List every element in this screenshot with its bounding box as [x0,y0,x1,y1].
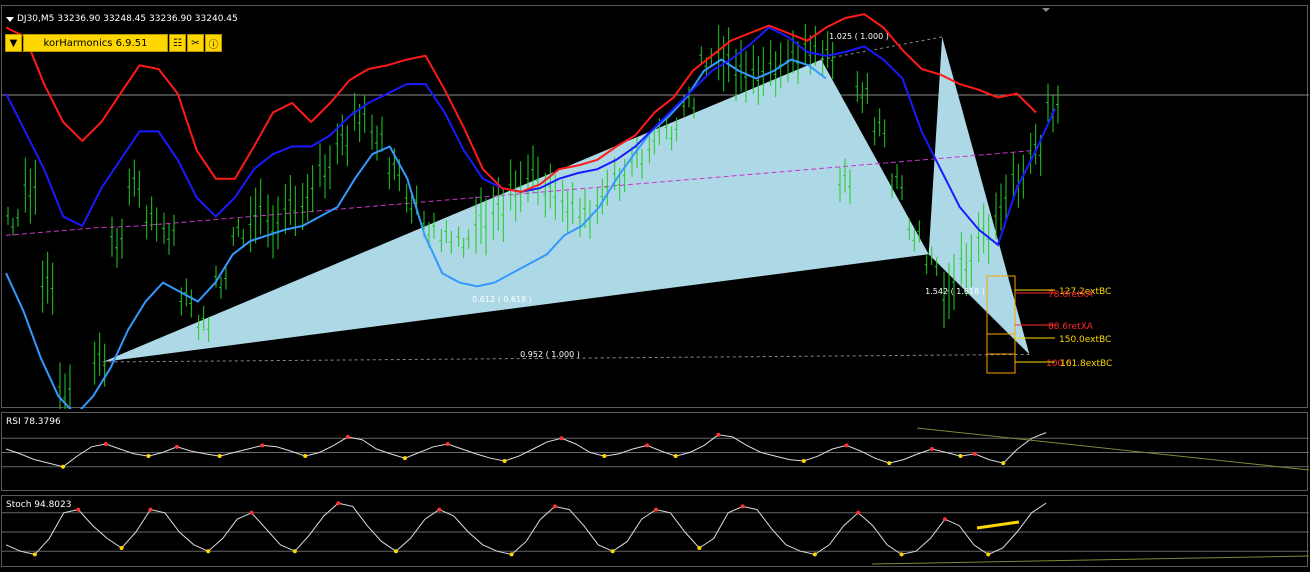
stoch-peak-dot [76,507,81,512]
rsi-trough-dot [958,454,963,459]
tools-icon[interactable]: ✂ [187,34,204,52]
ratio-label-2: 0.952 ( 1.000 ) [520,350,580,359]
stoch-peak-dot [552,504,557,509]
rsi-divergence-line [916,427,1309,471]
rsi-trough-dot [1001,461,1006,466]
rsi-peak-dot [559,436,564,441]
rsi-peak-dot [445,441,450,446]
stoch-peak-dot [249,510,254,515]
stoch-pane[interactable]: Stoch 94.8023 [1,495,1309,567]
rsi-label: RSI 78.3796 [6,417,61,427]
stoch-trough-dot [812,552,817,557]
stoch-trough-dot [610,549,615,554]
level-88-6-text: 88.6retXA [1048,322,1094,332]
prz-box-inner [986,333,1016,355]
main-price-pane[interactable]: 0.612 ( 0.618 ) 0.952 ( 1.000 ) 1.025 ( 1.… [1,5,1309,409]
rsi-peak-dot [103,441,108,446]
rsi-trough-dot [602,454,607,459]
rsi-peak-dot [716,432,721,437]
price-chart-svg: 0.612 ( 0.618 ) 0.952 ( 1.000 ) 1.025 ( 1.… [2,8,1309,409]
level-161-8-text: 161.8extBC [1060,359,1112,369]
trading-chart: 0.612 ( 0.618 ) 0.952 ( 1.000 ) 1.025 ( 1.… [0,0,1310,572]
stoch-divergence-highlight [976,520,1020,530]
rsi-trough-dot [673,454,678,459]
ratio-label-1: 0.612 ( 0.618 ) [472,295,532,304]
stoch-chart-svg [2,501,1309,565]
rsi-trough-dot [217,454,222,459]
ohlc-values: 33236.90 33248.45 33236.90 33240.45 [57,14,238,24]
info-icon[interactable]: ⓘ [205,34,222,52]
rsi-trough-dot [60,464,65,469]
rsi-peak-dot [260,443,265,448]
stoch-trough-dot [292,549,297,554]
stoch-trough-dot [394,549,398,554]
stoch-peak-dot [437,507,442,512]
level-150-text: 150.0extBC [1059,335,1111,345]
rsi-trough-dot [502,459,507,464]
rsi-trough-dot [402,456,407,461]
rsi-chart-svg [2,427,1309,471]
rsi-peak-dot [345,434,350,439]
rsi-trough-dot [801,459,806,464]
symbol-header: DJ30,M5 33236.90 33248.45 33236.90 33240… [6,14,238,24]
indicator-name-button[interactable]: korHarmonics 6.9.51 [23,34,168,52]
rsi-trough-dot [146,454,151,459]
rsi-pane[interactable]: RSI 78.3796 [1,412,1309,491]
stoch-trough-dot [899,552,904,557]
stoch-peak-dot [336,501,341,506]
rsi-peak-dot [930,446,935,451]
stoch-trough-dot [206,549,211,554]
stoch-label: Stoch 94.8023 [6,500,72,510]
ratio-label-4: 1.542 ( 1.618 ) [925,287,985,296]
stoch-peak-dot [148,507,153,512]
level-78-6-text: 78.6retXA [1048,290,1094,300]
menu-triangle-icon[interactable] [6,16,14,22]
ratio-label-3: 1.025 ( 1.000 ) [829,32,889,41]
stoch-trough-dot [32,552,37,557]
symbol-label: DJ30,M5 [17,14,55,24]
stoch-trough-dot [509,552,514,557]
rsi-trough-dot [303,454,308,459]
stoch-peak-dot [654,507,658,512]
stoch-peak-dot [942,517,947,522]
stoch-trough-dot [697,546,702,550]
settings-sliders-icon[interactable]: ☷ [169,34,186,52]
stoch-trough-dot [986,552,991,557]
stoch-peak-dot [856,510,861,515]
stoch-trend-line [871,555,1309,565]
harmonics-toolbar: ▼ korHarmonics 6.9.51 ☷ ✂ ⓘ [5,34,222,52]
stoch-peak-dot [740,504,745,509]
rsi-peak-dot [844,443,849,448]
rsi-peak-dot [645,443,650,448]
rsi-trough-dot [887,461,892,466]
rsi-peak-dot [174,444,179,449]
stoch-line [5,502,1047,555]
dropdown-arrow-icon[interactable]: ▼ [5,34,22,52]
rsi-peak-dot [972,451,977,456]
scroll-marker-icon [1042,8,1050,12]
stoch-trough-dot [119,546,124,550]
